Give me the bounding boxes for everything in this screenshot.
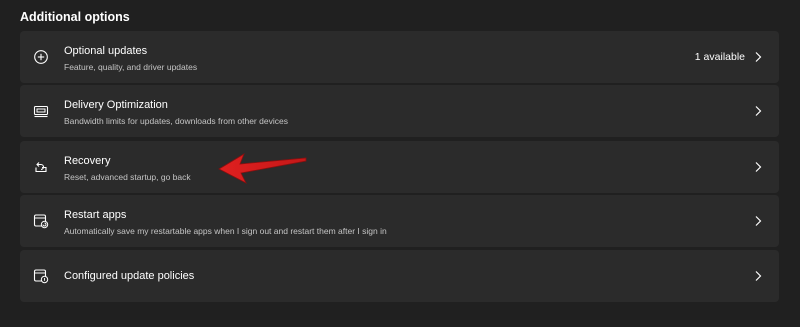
plus-circle-icon (33, 49, 49, 65)
delivery-optimization-item[interactable]: Delivery Optimization Bandwidth limits f… (20, 85, 779, 137)
annotation-arrow-icon (218, 153, 307, 184)
chevron-right-icon (751, 160, 765, 174)
configured-update-policies-item[interactable]: Configured update policies (20, 250, 779, 302)
restart-apps-title: Restart apps (64, 209, 127, 221)
configured-update-policies-title: Configured update policies (64, 270, 195, 282)
delivery-optimization-icon (33, 103, 49, 119)
recovery-title: Recovery (64, 155, 111, 167)
recovery-icon (33, 159, 49, 175)
restart-apps-icon (33, 213, 49, 229)
update-policies-icon (33, 268, 49, 284)
optional-updates-item[interactable]: Optional updates Feature, quality, and d… (20, 31, 779, 83)
chevron-right-icon (751, 269, 765, 283)
restart-apps-item[interactable]: Restart apps Automatically save my resta… (20, 195, 779, 247)
optional-updates-subtitle: Feature, quality, and driver updates (64, 62, 198, 72)
section-title: Additional options (20, 10, 130, 24)
chevron-right-icon (751, 104, 765, 118)
restart-apps-subtitle: Automatically save my restartable apps w… (64, 226, 387, 236)
recovery-subtitle: Reset, advanced startup, go back (64, 172, 191, 182)
delivery-optimization-subtitle: Bandwidth limits for updates, downloads … (64, 116, 288, 126)
optional-updates-status: 1 available (694, 51, 745, 63)
optional-updates-title: Optional updates (64, 45, 148, 57)
chevron-right-icon (751, 50, 765, 64)
delivery-optimization-title: Delivery Optimization (64, 99, 168, 111)
recovery-item[interactable]: Recovery Reset, advanced startup, go bac… (20, 141, 779, 193)
chevron-right-icon (751, 214, 765, 228)
